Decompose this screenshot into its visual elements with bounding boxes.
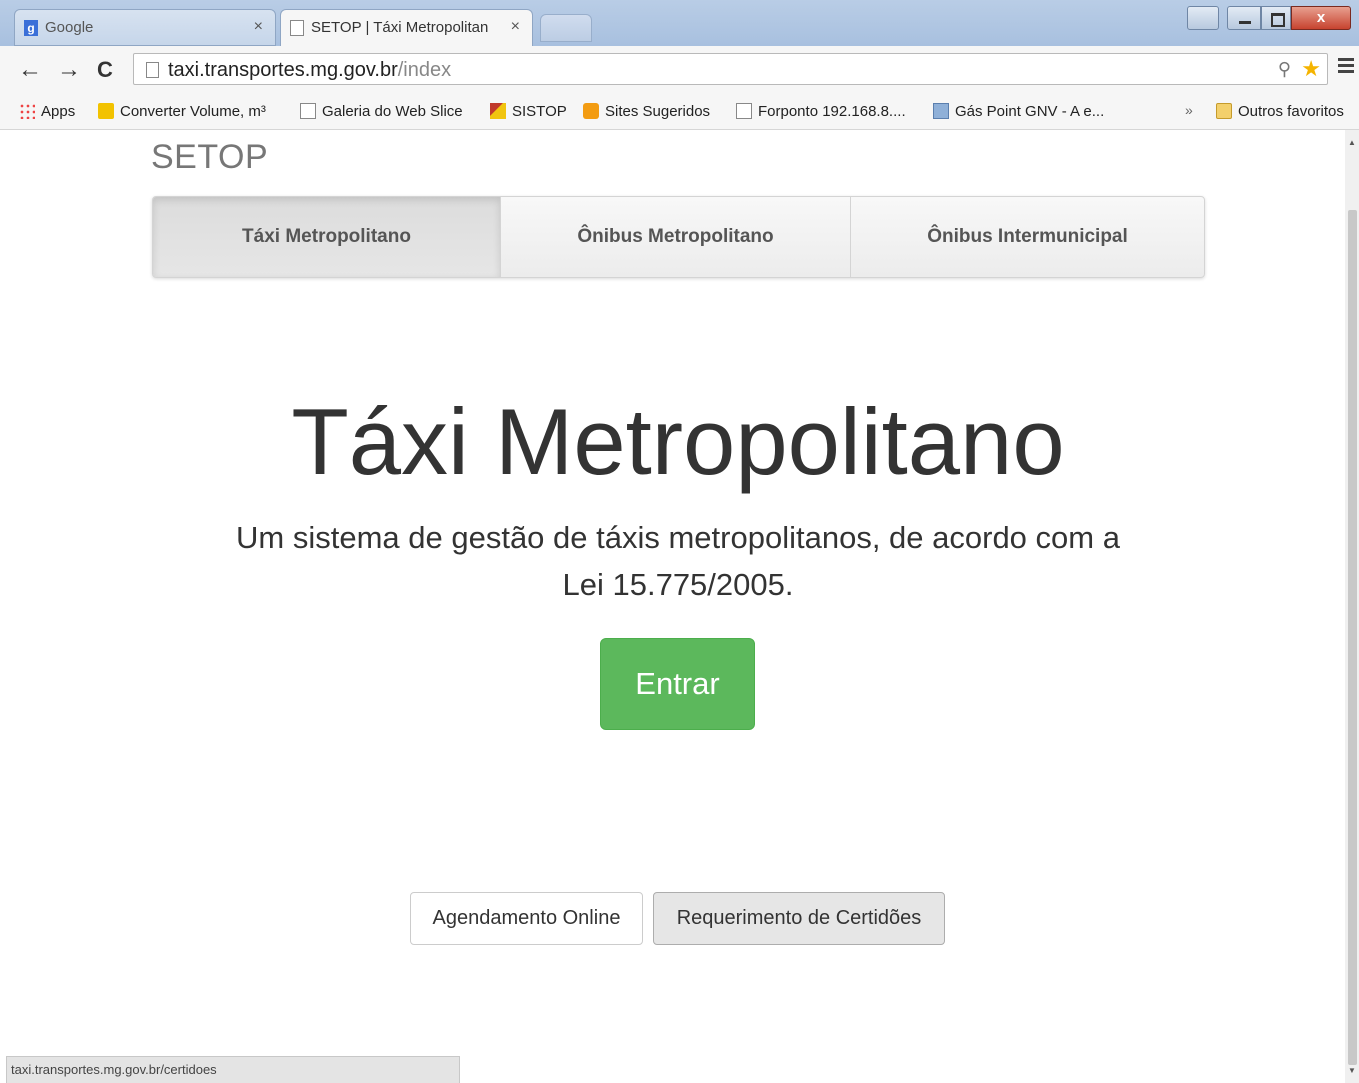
brand-logo-text[interactable]: SETOP — [151, 138, 268, 177]
page-viewport: SETOP Táxi Metropolitano Ônibus Metropol… — [0, 130, 1345, 1083]
reload-icon[interactable]: C — [97, 56, 113, 84]
nav-tab-taxi-metropolitano[interactable]: Táxi Metropolitano — [153, 197, 500, 277]
apps-icon — [19, 103, 35, 119]
page-icon — [736, 103, 752, 119]
bookmark-converter[interactable]: Converter Volume, m³ — [98, 102, 266, 122]
browser-toolbar: ← → C taxi.transportes.mg.gov.br/index ⚲… — [0, 46, 1359, 96]
close-icon[interactable]: × — [511, 18, 520, 36]
zoom-icon[interactable]: ⚲ — [1278, 59, 1291, 80]
scroll-up-arrow-icon[interactable]: ▲ — [1348, 138, 1356, 147]
bookmark-outros-favoritos[interactable]: Outros favoritos — [1216, 102, 1344, 122]
page-favicon-icon — [290, 20, 304, 36]
back-arrow-icon[interactable]: ← — [18, 56, 42, 84]
bookmark-apps[interactable]: Apps — [19, 102, 75, 122]
folder-icon — [1216, 103, 1232, 119]
agendamento-online-button[interactable]: Agendamento Online — [410, 892, 643, 945]
tab-setop[interactable]: SETOP | Táxi Metropolitan × — [280, 9, 533, 46]
bookmark-sistop[interactable]: SISTOP — [490, 102, 567, 122]
bookmark-forponto[interactable]: Forponto 192.168.8.... — [736, 102, 906, 122]
converter-icon — [98, 103, 114, 119]
tab-label: Google — [45, 19, 94, 36]
nav-tab-onibus-intermunicipal[interactable]: Ônibus Intermunicipal — [850, 197, 1204, 277]
hero-subtitle: Um sistema de gestão de táxis metropolit… — [236, 520, 1120, 602]
scroll-down-arrow-icon[interactable]: ▼ — [1348, 1066, 1356, 1075]
minimize-button[interactable] — [1227, 6, 1261, 30]
bookmarks-bar: Apps Converter Volume, m³ Galeria do Web… — [0, 96, 1359, 130]
new-tab-button[interactable] — [540, 14, 592, 42]
close-icon[interactable]: × — [254, 18, 263, 36]
window-close-button[interactable]: x — [1291, 6, 1351, 30]
menu-icon[interactable] — [1338, 58, 1354, 74]
sistop-icon — [490, 103, 506, 119]
status-bar-link-preview: taxi.transportes.mg.gov.br/certidoes — [6, 1056, 460, 1083]
bookmark-galeria[interactable]: Galeria do Web Slice — [300, 102, 463, 122]
forward-arrow-icon[interactable]: → — [57, 56, 81, 84]
gas-icon — [933, 103, 949, 119]
bookmark-sites-sugeridos[interactable]: Sites Sugeridos — [583, 102, 710, 122]
tab-google[interactable]: g Google × — [14, 9, 276, 46]
vertical-scrollbar[interactable]: ▲ ▼ — [1345, 130, 1359, 1083]
requerimento-certidoes-button[interactable]: Requerimento de Certidões — [653, 892, 945, 945]
bookmark-star-icon[interactable]: ★ — [1301, 56, 1321, 82]
enter-button[interactable]: Entrar — [600, 638, 755, 730]
address-bar[interactable]: taxi.transportes.mg.gov.br/index ⚲ ★ — [133, 53, 1328, 85]
bookmark-gas-point[interactable]: Gás Point GNV - A e... — [933, 102, 1104, 122]
user-profile-button[interactable] — [1187, 6, 1219, 30]
page-icon — [300, 103, 316, 119]
bookmarks-overflow-chevron-icon[interactable]: » — [1185, 102, 1193, 118]
main-nav: Táxi Metropolitano Ônibus Metropolitano … — [152, 196, 1205, 278]
hero-title: Táxi Metropolitano — [291, 389, 1065, 494]
tab-label: SETOP | Táxi Metropolitan — [311, 19, 489, 36]
page-icon — [146, 62, 159, 78]
google-favicon-icon: g — [24, 20, 38, 36]
browser-tab-strip: g Google × SETOP | Táxi Metropolitan × x — [0, 0, 1359, 46]
maximize-button[interactable] — [1261, 6, 1291, 30]
nav-tab-onibus-metropolitano[interactable]: Ônibus Metropolitano — [500, 197, 850, 277]
sites-icon — [583, 103, 599, 119]
url-text[interactable]: taxi.transportes.mg.gov.br/index — [168, 59, 451, 82]
scrollbar-thumb[interactable] — [1348, 210, 1357, 1065]
